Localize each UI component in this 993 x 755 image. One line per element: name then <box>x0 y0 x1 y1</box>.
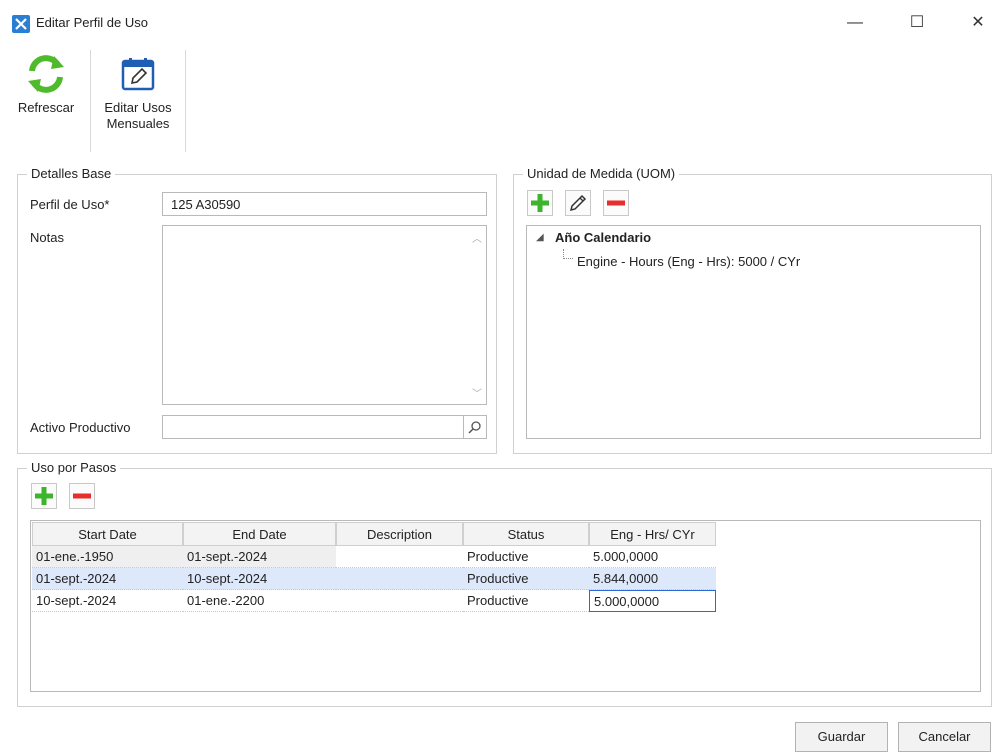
asset-label: Activo Productivo <box>30 420 131 435</box>
remove-step-button[interactable] <box>69 483 95 509</box>
table-cell[interactable] <box>336 568 463 590</box>
toolbar-separator <box>90 50 91 152</box>
tree-child-node[interactable]: Engine - Hours (Eng - Hrs): 5000 / CYr <box>577 254 800 269</box>
remove-uom-button[interactable] <box>603 190 629 216</box>
notes-label: Notas <box>30 230 64 245</box>
table-cell[interactable]: 5.000,0000 <box>589 546 716 568</box>
app-icon <box>12 15 30 33</box>
profile-label: Perfil de Uso* <box>30 197 110 212</box>
column-header-start-date[interactable]: Start Date <box>32 522 183 546</box>
table-cell[interactable]: 01-ene.-1950 <box>32 546 183 568</box>
profile-input[interactable]: 125 A30590 <box>162 192 487 216</box>
maximize-button[interactable]: ☐ <box>894 8 940 38</box>
search-icon[interactable] <box>463 416 486 438</box>
minus-icon <box>73 493 91 499</box>
asset-input[interactable] <box>162 415 487 439</box>
table-cell-editing[interactable]: 5.000,0000 <box>589 590 716 612</box>
refresh-icon <box>8 50 84 98</box>
table-cell[interactable]: 01-sept.-2024 <box>183 546 336 568</box>
uom-legend: Unidad de Medida (UOM) <box>523 166 680 181</box>
notes-textarea[interactable]: ︿ ﹀ <box>162 225 487 405</box>
minus-icon <box>607 200 625 206</box>
column-header-description[interactable]: Description <box>336 522 463 546</box>
close-button[interactable]: ✕ <box>955 8 993 38</box>
edit-monthly-label-line2: Mensuales <box>106 116 170 131</box>
add-step-button[interactable] <box>31 483 57 509</box>
table-cell[interactable]: Productive <box>463 546 589 568</box>
tree-connector <box>563 249 573 259</box>
column-header-end-date[interactable]: End Date <box>183 522 336 546</box>
tree-expand-icon[interactable]: ◢ <box>536 232 544 243</box>
cancel-button[interactable]: Cancelar <box>898 722 991 752</box>
column-header-eng-hrs[interactable]: Eng - Hrs/ CYr <box>589 522 716 546</box>
tree-root-node[interactable]: Año Calendario <box>555 230 651 245</box>
table-cell[interactable]: 01-sept.-2024 <box>32 568 183 590</box>
scroll-down-icon[interactable]: ﹀ <box>468 385 486 400</box>
table-cell[interactable]: 01-ene.-2200 <box>183 590 336 612</box>
table-cell[interactable] <box>336 546 463 568</box>
add-uom-button[interactable] <box>527 190 553 216</box>
plus-icon <box>35 487 53 505</box>
refresh-label: Refrescar <box>17 100 75 115</box>
plus-icon <box>531 194 549 212</box>
pencil-icon <box>569 194 587 212</box>
edit-monthly-usage-button[interactable]: Editar Usos Mensuales <box>96 50 180 132</box>
refresh-button[interactable]: Refrescar <box>8 50 84 116</box>
table-cell[interactable]: Productive <box>463 590 589 612</box>
steps-legend: Uso por Pasos <box>27 460 121 475</box>
calendar-edit-icon <box>96 50 180 98</box>
edit-monthly-label-line1: Editar Usos <box>104 100 172 115</box>
scroll-up-icon[interactable]: ︿ <box>468 230 486 245</box>
column-header-status[interactable]: Status <box>463 522 589 546</box>
table-cell[interactable]: 10-sept.-2024 <box>183 568 336 590</box>
save-button[interactable]: Guardar <box>795 722 888 752</box>
table-cell[interactable]: Productive <box>463 568 589 590</box>
table-cell[interactable]: 5.844,0000 <box>589 568 716 590</box>
edit-uom-button[interactable] <box>565 190 591 216</box>
toolbar-separator <box>185 50 186 152</box>
details-legend: Detalles Base <box>27 166 116 181</box>
window-title: Editar Perfil de Uso <box>36 15 148 30</box>
table-cell[interactable] <box>336 590 463 612</box>
minimize-button[interactable]: — <box>832 8 878 38</box>
table-cell[interactable]: 10-sept.-2024 <box>32 590 183 612</box>
notes-scrollbar[interactable]: ︿ ﹀ <box>468 226 486 404</box>
